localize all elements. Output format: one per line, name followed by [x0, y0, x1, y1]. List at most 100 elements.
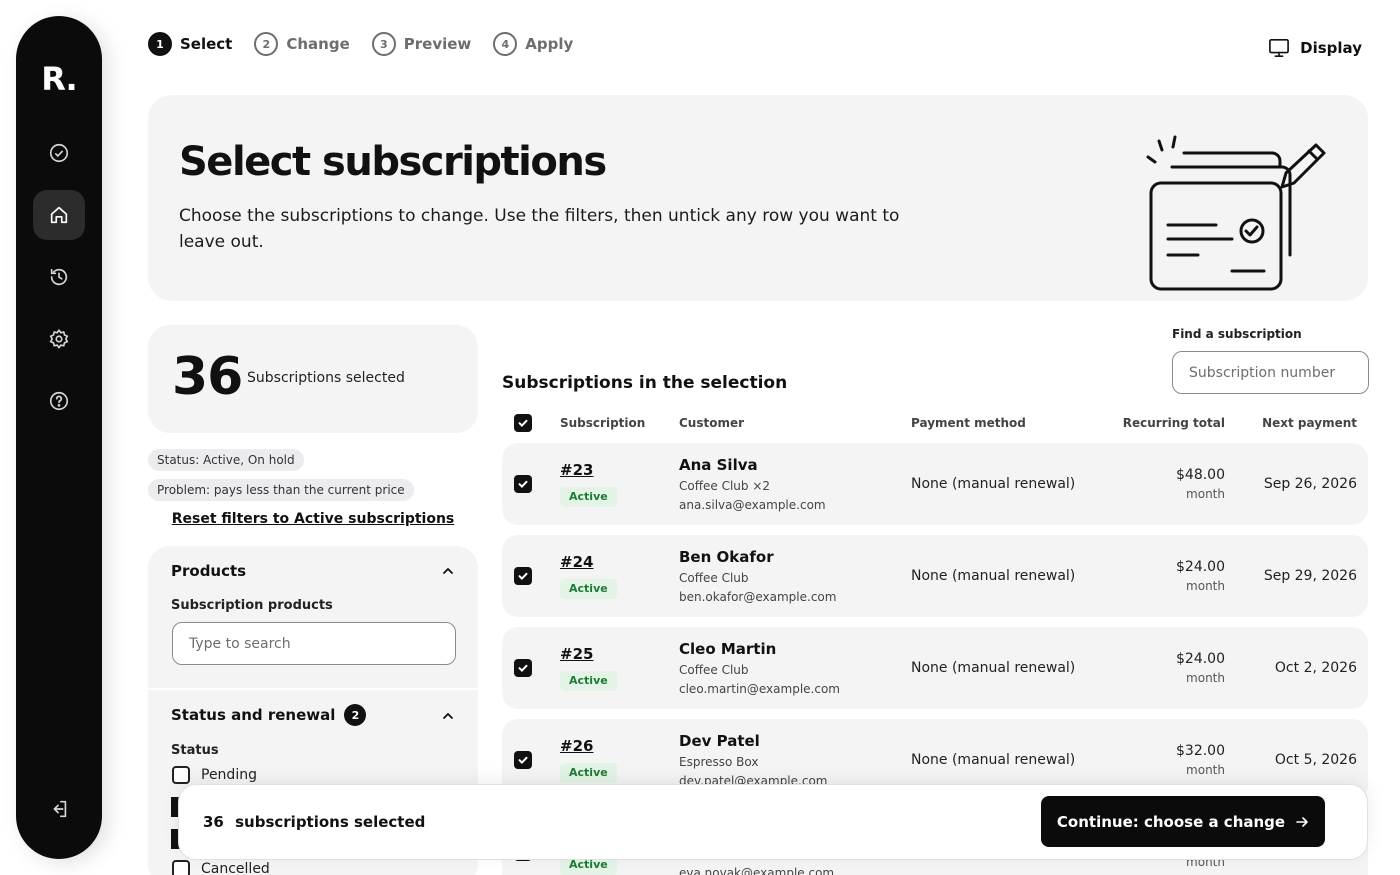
continue-button[interactable]: Continue: choose a change — [1041, 796, 1325, 847]
sidebar-item-home[interactable] — [33, 190, 85, 240]
status-count-badge: 2 — [344, 704, 367, 726]
column-header-customer[interactable]: Customer — [679, 416, 744, 430]
step-apply[interactable]: 4 Apply — [493, 32, 573, 56]
next-payment-date: Sep 29, 2026 — [1263, 568, 1357, 584]
check-circle-icon — [49, 143, 69, 163]
status-option-cancelled[interactable]: Cancelled — [172, 860, 270, 875]
row-checkbox[interactable] — [514, 659, 532, 677]
selection-count-card: 36 Subscriptions selected — [148, 325, 478, 433]
table-header: Subscription Customer Payment method Rec… — [502, 410, 1368, 438]
check-icon — [518, 756, 528, 765]
display-button[interactable]: Display — [1268, 38, 1362, 58]
step-select[interactable]: 1 Select — [148, 32, 232, 56]
page-description: Choose the subscriptions to change. Use … — [179, 206, 900, 252]
table-row: #23 Active Ana Silva Coffee Club ×2 ana.… — [502, 443, 1368, 525]
status-option-label: Pending — [201, 767, 257, 783]
selection-bottom-bar: 36 subscriptions selected Continue: choo… — [178, 784, 1368, 860]
display-label: Display — [1300, 39, 1362, 57]
row-checkbox[interactable] — [514, 567, 532, 585]
step-label: Preview — [403, 35, 472, 53]
recurring-total: $24.00 — [1176, 559, 1225, 575]
products-search-input[interactable] — [172, 622, 456, 665]
check-icon — [518, 664, 528, 673]
status-section-toggle[interactable]: Status and renewal 2 — [171, 704, 367, 726]
row-checkbox[interactable] — [514, 751, 532, 769]
checkbox[interactable] — [172, 860, 190, 875]
status-option-label: Cancelled — [201, 861, 270, 875]
step-change[interactable]: 2 Change — [254, 32, 350, 56]
continue-label: Continue: choose a change — [1056, 812, 1286, 831]
help-icon — [49, 391, 69, 411]
check-icon — [518, 480, 528, 489]
subscription-link[interactable]: #23 — [560, 461, 593, 479]
customer-name: Dev Patel — [679, 732, 760, 750]
subscription-link[interactable]: #25 — [560, 645, 593, 663]
table-row: #25 Active Cleo Martin Coffee Club cleo.… — [502, 627, 1368, 709]
sidebar-item-settings[interactable] — [33, 314, 85, 364]
selected-count-label: Subscriptions selected — [247, 370, 405, 386]
arrow-right-icon — [1296, 816, 1308, 827]
column-header-payment[interactable]: Payment method — [911, 416, 1026, 430]
sidebar-item-help[interactable] — [33, 376, 85, 426]
bottom-selected-count: 36 — [203, 813, 224, 831]
checkbox[interactable] — [172, 766, 190, 784]
cards-illustration-icon — [1146, 135, 1326, 291]
customer-email: eva.novak@example.com — [679, 866, 835, 875]
product-name: Coffee Club ×2 — [679, 479, 771, 493]
subscription-link[interactable]: #26 — [560, 737, 593, 755]
column-header-subscription[interactable]: Subscription — [560, 416, 645, 430]
billing-period: month — [1186, 763, 1225, 777]
billing-period: month — [1186, 579, 1225, 593]
brand-logo[interactable]: R. — [16, 60, 102, 98]
status-option-pending[interactable]: Pending — [172, 766, 257, 784]
gear-icon — [49, 328, 69, 349]
select-all-checkbox[interactable] — [514, 414, 532, 432]
check-icon — [518, 419, 528, 428]
products-section-toggle[interactable]: Products — [171, 562, 246, 580]
chevron-up-icon[interactable] — [442, 710, 454, 722]
status-badge: Active — [560, 671, 617, 691]
step-number: 1 — [148, 32, 172, 56]
column-header-next-payment[interactable]: Next payment — [1262, 416, 1357, 430]
customer-email: cleo.martin@example.com — [679, 682, 840, 696]
step-preview[interactable]: 3 Preview — [371, 32, 472, 56]
product-name: Coffee Club — [679, 663, 749, 677]
divider — [148, 688, 478, 690]
home-icon — [50, 206, 68, 224]
recurring-total: $24.00 — [1176, 651, 1225, 667]
sidebar-item-tasks[interactable] — [33, 128, 85, 178]
find-subscription-label: Find a subscription — [1172, 327, 1302, 341]
status-badge: Active — [560, 763, 617, 783]
billing-period: month — [1186, 487, 1225, 501]
products-title: Products — [171, 562, 247, 580]
find-subscription-input[interactable] — [1172, 351, 1369, 394]
filter-chip-problem[interactable]: Problem: pays less than the current pric… — [148, 479, 414, 501]
sidebar-item-history[interactable] — [33, 252, 85, 302]
sidebar: R. — [16, 16, 102, 859]
billing-period: month — [1186, 671, 1225, 685]
customer-name: Ben Okafor — [679, 548, 774, 566]
filter-chip-status[interactable]: Status: Active, On hold — [148, 449, 304, 471]
payment-method: None (manual renewal) — [911, 752, 1076, 768]
step-number: 4 — [493, 32, 518, 56]
hero-panel: Select subscriptions Choose the subscrip… — [148, 95, 1368, 301]
payment-method: None (manual renewal) — [911, 568, 1076, 584]
row-checkbox[interactable] — [514, 475, 532, 493]
check-icon — [518, 572, 528, 581]
stepper: 1 Select 2 Change 3 Preview 4 Apply — [148, 32, 573, 56]
next-payment-date: Sep 26, 2026 — [1263, 476, 1357, 492]
history-icon — [50, 268, 68, 286]
status-badge: Active — [560, 487, 617, 507]
page-title: Select subscriptions — [179, 139, 607, 185]
step-number: 3 — [371, 32, 396, 56]
customer-name: Cleo Martin — [679, 640, 777, 658]
reset-filters-link[interactable]: Reset filters to Active subscriptions — [148, 511, 478, 527]
status-sub-label: Status — [171, 743, 219, 758]
logout-icon — [53, 800, 67, 818]
chevron-up-icon[interactable] — [442, 565, 454, 577]
subscription-link[interactable]: #24 — [560, 553, 593, 571]
next-payment-date: Oct 2, 2026 — [1274, 660, 1357, 676]
sidebar-item-logout[interactable] — [33, 784, 85, 834]
column-header-total[interactable]: Recurring total — [1123, 416, 1225, 430]
status-badge: Active — [560, 579, 617, 599]
